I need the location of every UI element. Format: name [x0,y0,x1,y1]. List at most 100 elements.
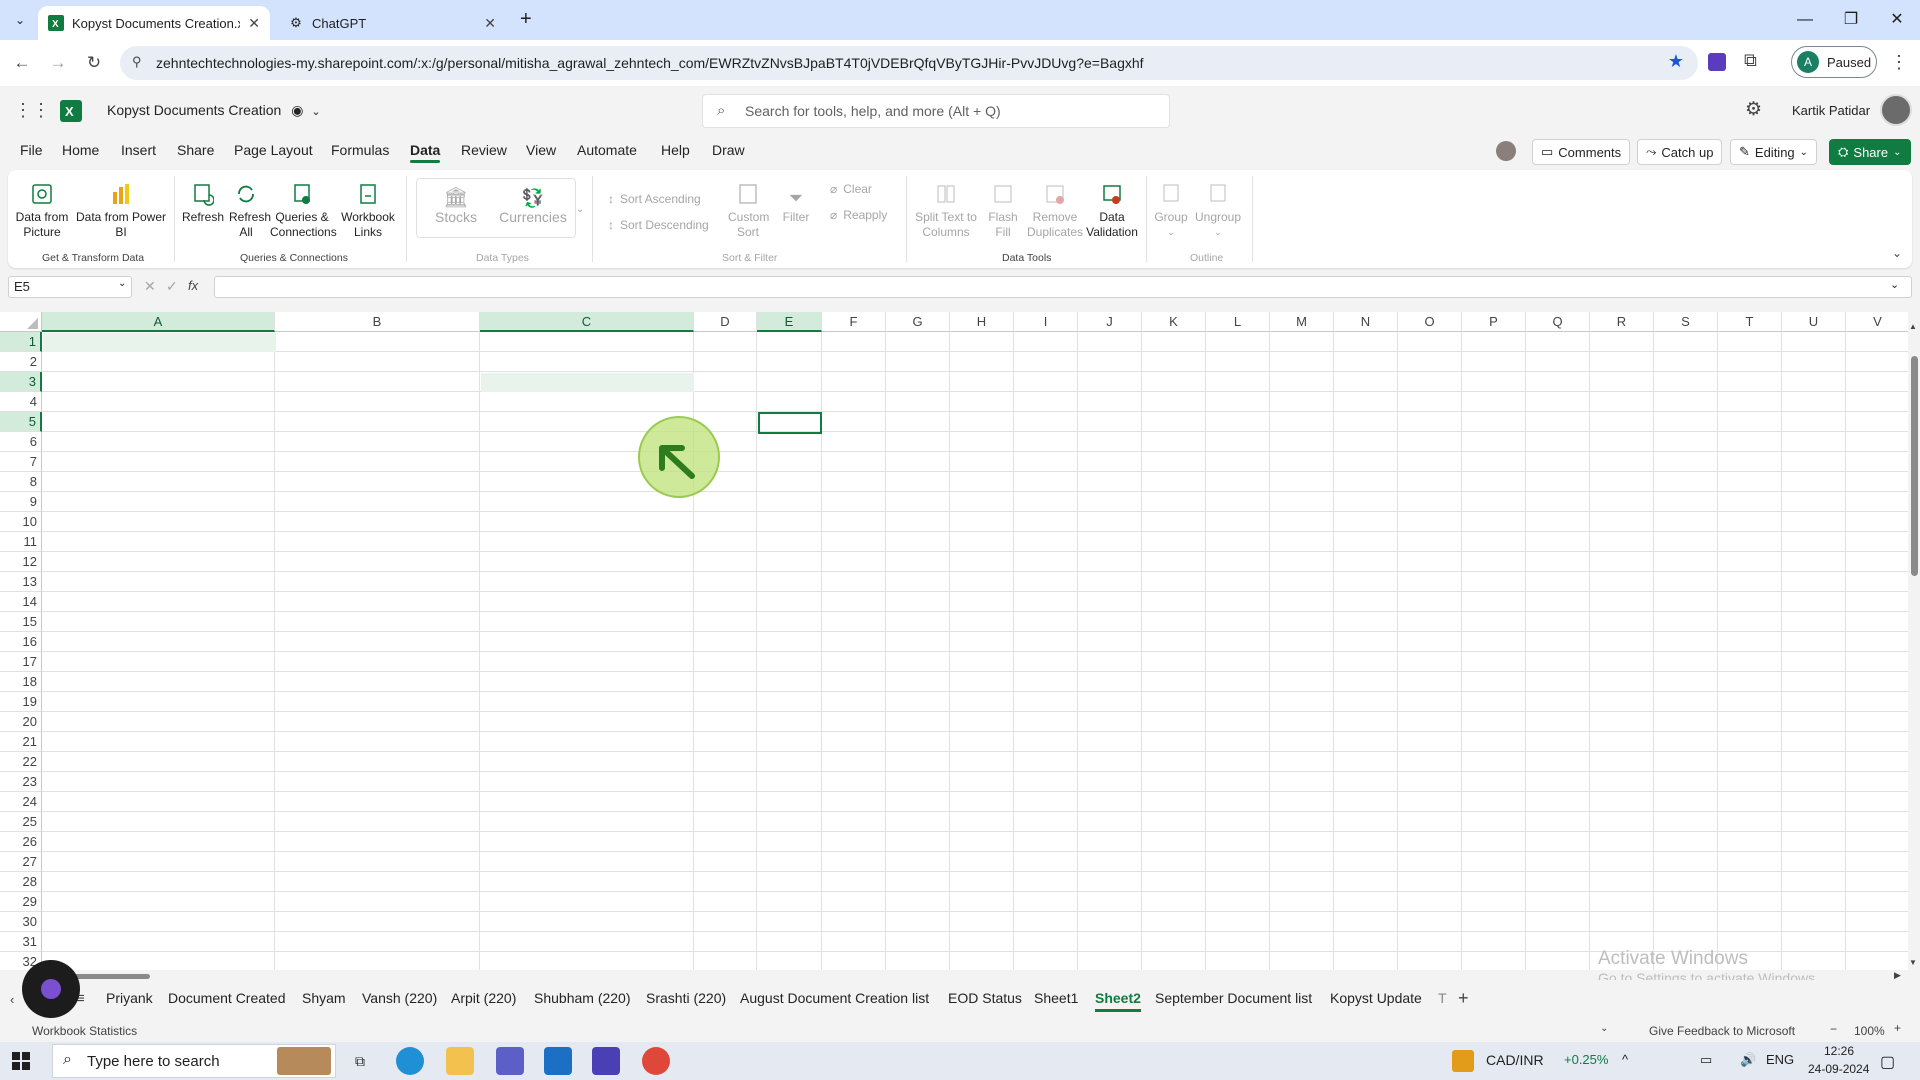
browser-tab-excel[interactable]: X Kopyst Documents Creation.xlsx ✕ [38,6,270,40]
queries-connections-button[interactable]: Queries & Connections [270,180,337,240]
column-header[interactable]: U [1782,312,1846,332]
row-header[interactable]: 27 [0,852,42,872]
bookmark-star-icon[interactable]: ★ [1668,51,1684,72]
row-header[interactable]: 17 [0,652,42,672]
column-header[interactable]: K [1142,312,1206,332]
sheet-tab-active[interactable]: Sheet2 [1095,990,1141,1012]
column-header[interactable]: N [1334,312,1398,332]
add-sheet-button[interactable]: + [1458,988,1469,1009]
row-header[interactable]: 15 [0,612,42,632]
settings-gear-icon[interactable]: ⚙ [1745,98,1762,121]
sheet-tab[interactable]: T [1438,990,1447,1006]
column-header[interactable]: D [694,312,757,332]
row-header[interactable]: 4 [0,392,42,412]
ticker-change[interactable]: +0.25% [1564,1052,1608,1067]
insert-function-icon[interactable]: fx [188,278,198,293]
row-header[interactable]: 22 [0,752,42,772]
row-header[interactable]: 7 [0,452,42,472]
scroll-thumb[interactable] [70,974,150,979]
feedback-link[interactable]: Give Feedback to Microsoft [1649,1024,1795,1038]
tray-chevron-icon[interactable]: ^ [1622,1052,1628,1067]
row-header[interactable]: 26 [0,832,42,852]
column-header[interactable]: F [822,312,886,332]
close-tab-icon[interactable]: ✕ [248,15,260,32]
row-header[interactable]: 14 [0,592,42,612]
row-header[interactable]: 28 [0,872,42,892]
zoom-out-icon[interactable]: − [1830,1022,1837,1036]
refresh-all-button[interactable]: Refresh All [226,180,271,240]
row-header[interactable]: 18 [0,672,42,692]
editing-mode-button[interactable]: ✎ Editing ⌄ [1730,139,1818,165]
copilot-avatar[interactable] [1496,141,1516,161]
menu-help[interactable]: Help [661,142,690,158]
filter-button[interactable]: ⏷ Filter [778,180,814,225]
column-header[interactable]: O [1398,312,1462,332]
row-header[interactable]: 5 [0,412,42,432]
column-header[interactable]: T [1718,312,1782,332]
network-icon[interactable]: ▭ [1700,1052,1712,1068]
column-header[interactable]: P [1462,312,1526,332]
remove-duplicates-button[interactable]: Remove Duplicates [1024,180,1086,240]
task-view-icon[interactable]: ⧉ [346,1047,374,1075]
teams-icon[interactable] [496,1047,524,1075]
menu-page-layout[interactable]: Page Layout [234,142,313,158]
menu-home[interactable]: Home [62,142,99,158]
row-header[interactable]: 23 [0,772,42,792]
refresh-button[interactable]: Refresh [182,180,224,225]
clock-date[interactable]: 24-09-2024 [1808,1062,1869,1076]
menu-formulas[interactable]: Formulas [331,142,389,158]
ticker-symbol[interactable]: CAD/INR [1486,1052,1544,1068]
profile-button[interactable]: A Paused [1791,46,1877,78]
app-icon[interactable] [592,1047,620,1075]
row-header[interactable]: 20 [0,712,42,732]
spreadsheet-grid[interactable]: ABCDEFGHIJKLMNOPQRSTUV 1 2 3 4 5 6 7 8 9 10 11 12 13… [0,312,1908,970]
browser-tab-chatgpt[interactable]: ⚙ ChatGPT ✕ [278,6,506,40]
column-header[interactable]: J [1078,312,1142,332]
sheet-tab[interactable]: Arpit (220) [451,990,516,1006]
row-header[interactable]: 24 [0,792,42,812]
search-box[interactable]: ⌕ Search for tools, help, and more (Alt … [702,94,1170,128]
data-types-expand-icon[interactable]: ⌄ [576,204,584,215]
data-from-powerbi-button[interactable]: Data from Power BI [74,180,168,240]
app-launcher-icon[interactable]: ⋮⋮ [14,100,50,121]
column-header[interactable]: V [1846,312,1908,332]
clear-button[interactable]: ⌀ Clear [830,182,872,196]
data-from-picture-button[interactable]: Data from Picture [14,180,70,240]
forward-button[interactable]: → [46,51,70,75]
row-header[interactable]: 16 [0,632,42,652]
workbook-links-button[interactable]: Workbook Links [338,180,398,240]
sheet-tab[interactable]: EOD Status [948,990,1022,1006]
column-header[interactable]: E [757,312,822,332]
user-avatar[interactable] [1880,94,1912,126]
menu-insert[interactable]: Insert [121,142,156,158]
menu-draw[interactable]: Draw [712,142,745,158]
cancel-entry-icon[interactable]: ✕ [144,278,156,295]
custom-sort-button[interactable]: Custom Sort [726,180,770,240]
menu-file[interactable]: File [20,142,43,158]
column-header[interactable]: I [1014,312,1078,332]
notifications-icon[interactable]: ▢ [1880,1052,1895,1072]
row-header[interactable]: 19 [0,692,42,712]
column-header[interactable]: A [42,312,275,332]
scroll-thumb[interactable] [1911,356,1918,576]
scroll-up-icon[interactable]: ▲ [1909,322,1917,331]
clock-time[interactable]: 12:26 [1824,1044,1854,1058]
menu-share[interactable]: Share [177,142,214,158]
row-header[interactable]: 6 [0,432,42,452]
row-header[interactable]: 10 [0,512,42,532]
split-text-button[interactable]: Split Text to Columns [914,180,978,240]
ungroup-button[interactable]: Ungroup ⌄ [1194,180,1242,240]
row-header[interactable]: 12 [0,552,42,572]
language-indicator[interactable]: ENG [1766,1052,1794,1067]
name-box-dropdown-icon[interactable]: ⌄ [118,278,126,289]
extensions-puzzle-icon[interactable]: ⧉ [1744,50,1757,71]
share-button[interactable]: ⛭ Share ⌄ [1829,139,1911,165]
sheet-tab[interactable]: Shyam [302,990,346,1006]
row-header[interactable]: 8 [0,472,42,492]
row-header[interactable]: 30 [0,912,42,932]
formula-input[interactable] [214,276,1912,298]
active-cell[interactable] [758,412,822,434]
select-all-corner[interactable] [0,312,42,332]
edge-icon[interactable] [396,1047,424,1075]
document-title[interactable]: Kopyst Documents Creation ◉ ⌄ [107,102,321,119]
